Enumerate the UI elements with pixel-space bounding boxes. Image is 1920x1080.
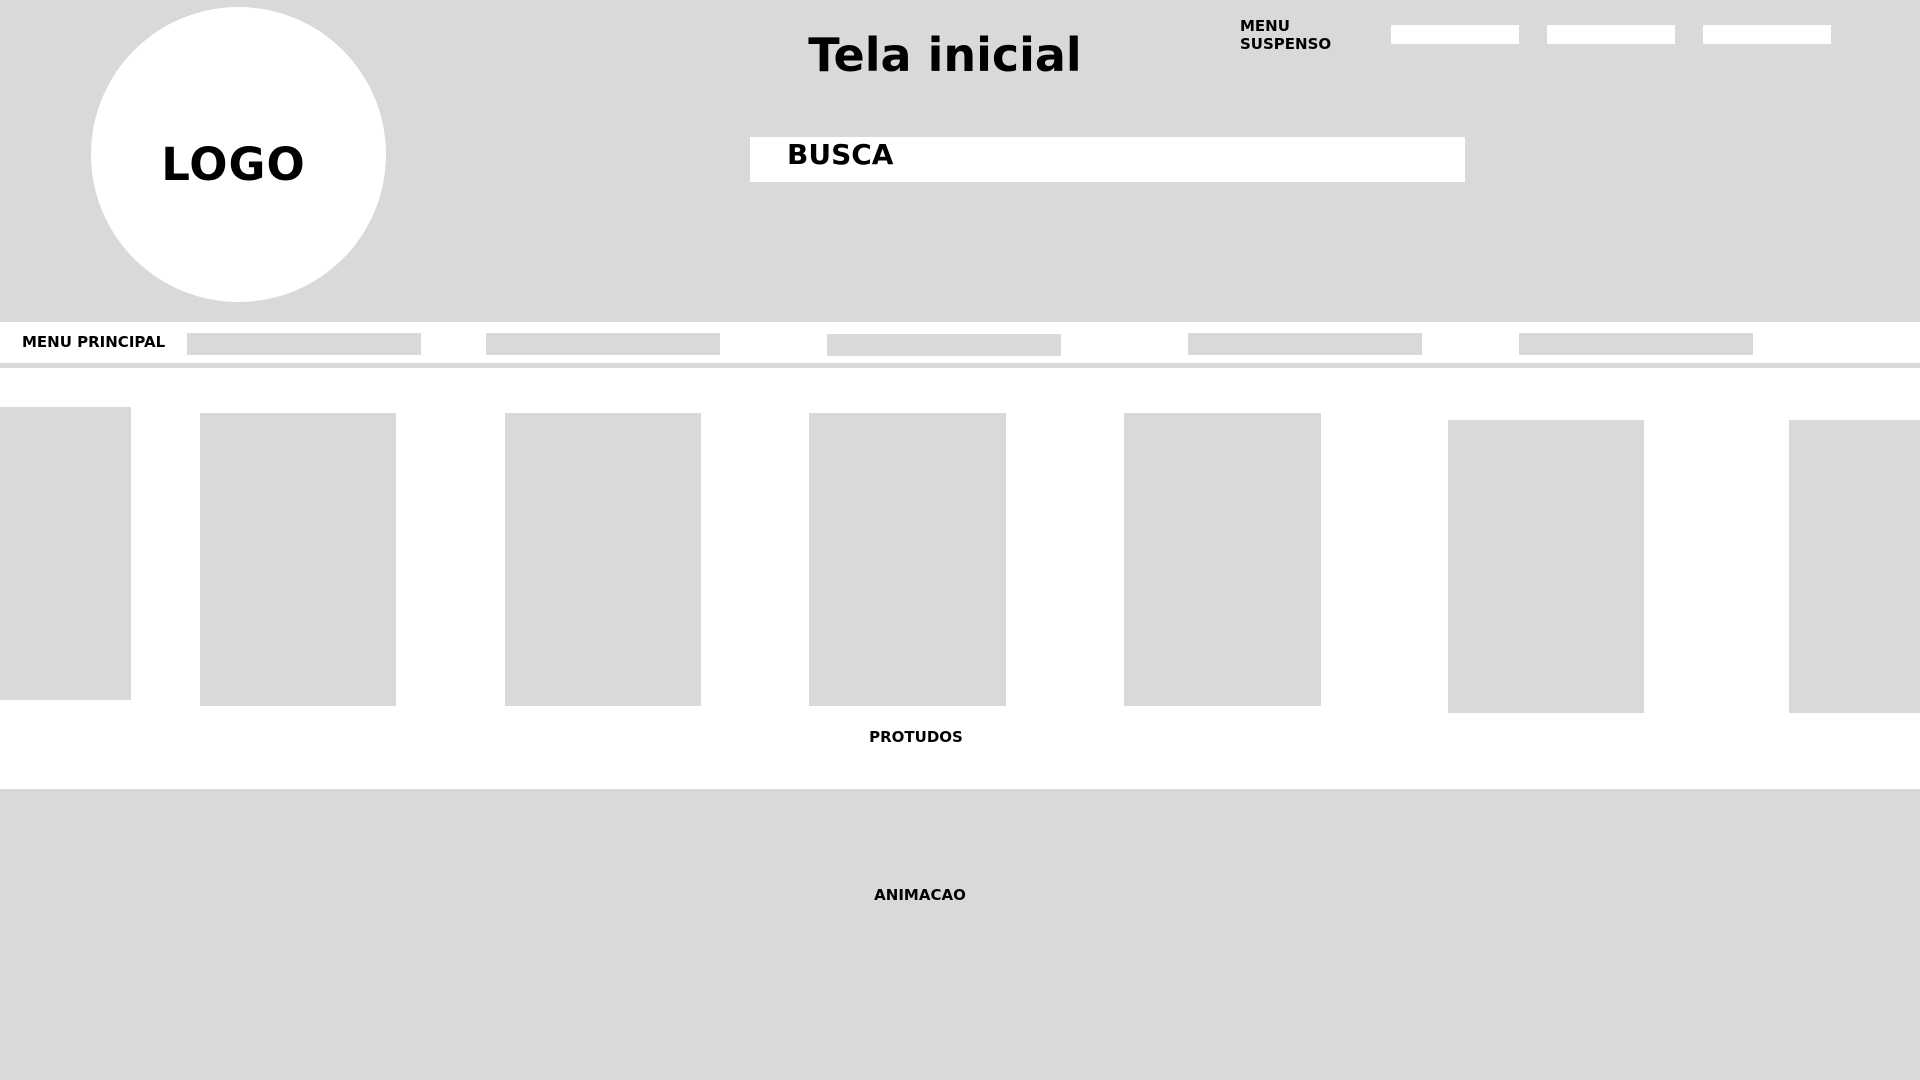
main-menu-item-3[interactable] xyxy=(827,334,1061,356)
product-card-3[interactable] xyxy=(505,413,701,706)
logo-text: LOGO xyxy=(161,138,306,191)
product-card-7[interactable] xyxy=(1789,420,1920,713)
main-menu-item-5[interactable] xyxy=(1519,333,1753,355)
product-card-1[interactable] xyxy=(0,407,131,700)
main-menu-item-4[interactable] xyxy=(1188,333,1422,355)
dropdown-menu-label: MENU SUSPENSO xyxy=(1240,17,1332,53)
dropdown-menu-item-3[interactable] xyxy=(1703,25,1831,44)
animation-area xyxy=(0,789,1920,1080)
product-card-5[interactable] xyxy=(1124,413,1321,706)
search-label: BUSCA xyxy=(787,137,894,171)
product-card-4[interactable] xyxy=(809,413,1006,706)
dropdown-menu-item-1[interactable] xyxy=(1391,25,1519,44)
menu-divider xyxy=(0,363,1920,368)
animation-label: ANIMACAO xyxy=(874,886,966,904)
products-label: PROTUDOS xyxy=(869,728,963,746)
main-menu-item-1[interactable] xyxy=(187,333,421,355)
page-title: Tela inicial xyxy=(808,28,1082,82)
product-card-6[interactable] xyxy=(1448,420,1644,713)
dropdown-menu-item-2[interactable] xyxy=(1547,25,1675,44)
main-menu-label: MENU PRINCIPAL xyxy=(22,333,166,351)
product-card-2[interactable] xyxy=(200,413,396,706)
main-menu-item-2[interactable] xyxy=(486,333,720,355)
